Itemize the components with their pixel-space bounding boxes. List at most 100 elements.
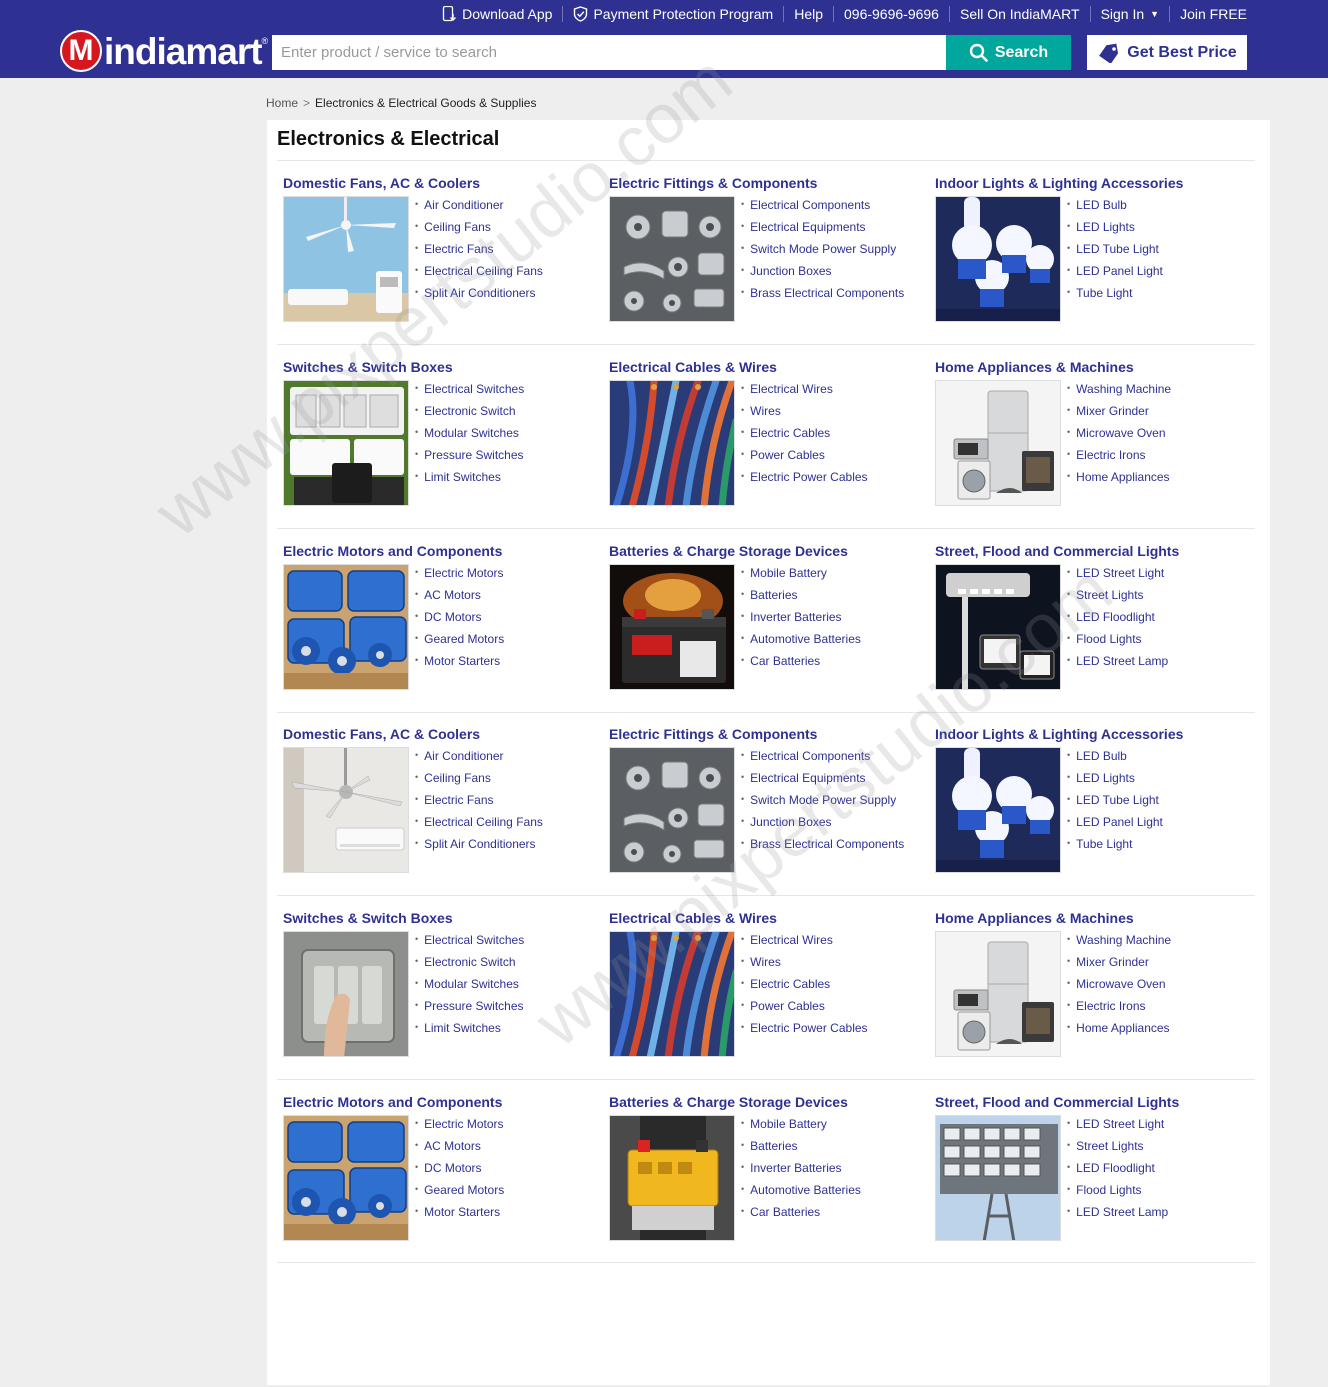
subcategory-link[interactable]: Electric Power Cables — [741, 469, 867, 491]
subcategory-link[interactable]: Switch Mode Power Supply — [741, 241, 904, 263]
category-image[interactable] — [609, 931, 735, 1057]
category-image[interactable] — [609, 747, 735, 873]
subcategory-link[interactable]: LED Street Lamp — [1067, 1204, 1168, 1226]
subcategory-link[interactable]: LED Tube Light — [1067, 792, 1163, 814]
category-image[interactable] — [283, 747, 409, 873]
get-best-price-button[interactable]: Get Best Price — [1087, 35, 1247, 70]
category-image[interactable] — [609, 1115, 735, 1241]
subcategory-link[interactable]: Automotive Batteries — [741, 1182, 861, 1204]
download-app-link[interactable]: Download App — [432, 6, 562, 22]
subcategory-link[interactable]: Microwave Oven — [1067, 976, 1171, 998]
subcategory-link[interactable]: LED Bulb — [1067, 197, 1163, 219]
subcategory-link[interactable]: LED Floodlight — [1067, 1160, 1168, 1182]
subcategory-link[interactable]: Car Batteries — [741, 1204, 861, 1226]
subcategory-link[interactable]: Flood Lights — [1067, 1182, 1168, 1204]
subcategory-link[interactable]: Automotive Batteries — [741, 631, 861, 653]
subcategory-link[interactable]: Microwave Oven — [1067, 425, 1171, 447]
subcategory-link[interactable]: DC Motors — [415, 609, 504, 631]
subcategory-link[interactable]: Geared Motors — [415, 1182, 504, 1204]
category-image[interactable] — [935, 564, 1061, 690]
subcategory-link[interactable]: Electric Irons — [1067, 447, 1171, 469]
category-title-link[interactable]: Batteries & Charge Storage Devices — [609, 543, 925, 560]
subcategory-link[interactable]: Pressure Switches — [415, 998, 524, 1020]
category-title-link[interactable]: Electrical Cables & Wires — [609, 910, 925, 927]
category-image[interactable] — [935, 196, 1061, 322]
category-image[interactable] — [283, 931, 409, 1057]
search-button[interactable]: Search — [946, 35, 1071, 70]
category-image[interactable] — [283, 380, 409, 506]
category-image[interactable] — [609, 380, 735, 506]
category-title-link[interactable]: Batteries & Charge Storage Devices — [609, 1094, 925, 1111]
subcategory-link[interactable]: Pressure Switches — [415, 447, 524, 469]
subcategory-link[interactable]: LED Tube Light — [1067, 241, 1163, 263]
subcategory-link[interactable]: Split Air Conditioners — [415, 285, 543, 307]
sell-link[interactable]: Sell On IndiaMART — [948, 6, 1090, 22]
subcategory-link[interactable]: Electric Power Cables — [741, 1020, 867, 1042]
category-image[interactable] — [935, 380, 1061, 506]
subcategory-link[interactable]: Batteries — [741, 1138, 861, 1160]
subcategory-link[interactable]: LED Panel Light — [1067, 814, 1163, 836]
breadcrumb-home[interactable]: Home — [266, 96, 298, 110]
subcategory-link[interactable]: Electric Cables — [741, 425, 868, 447]
category-title-link[interactable]: Indoor Lights & Lighting Accessories — [935, 175, 1251, 192]
help-link[interactable]: Help — [783, 6, 833, 22]
subcategory-link[interactable]: Street Lights — [1067, 587, 1168, 609]
subcategory-link[interactable]: Home Appliances — [1067, 1020, 1171, 1042]
subcategory-link[interactable]: Air Conditioner — [415, 748, 543, 770]
subcategory-link[interactable]: Brass Electrical Components — [741, 836, 904, 858]
subcategory-link[interactable]: Tube Light — [1067, 285, 1163, 307]
subcategory-link[interactable]: Electrical Equipments — [741, 219, 904, 241]
subcategory-link[interactable]: Brass Electrical Components — [741, 285, 904, 307]
category-image[interactable] — [609, 196, 735, 322]
category-image[interactable] — [935, 1115, 1061, 1241]
category-image[interactable] — [283, 564, 409, 690]
subcategory-link[interactable]: Tube Light — [1067, 836, 1163, 858]
subcategory-link[interactable]: Electric Fans — [415, 241, 543, 263]
subcategory-link[interactable]: Electronic Switch — [415, 403, 524, 425]
subcategory-link[interactable]: Home Appliances — [1067, 469, 1171, 491]
subcategory-link[interactable]: Wires — [741, 403, 868, 425]
category-title-link[interactable]: Street, Flood and Commercial Lights — [935, 543, 1251, 560]
payment-protection-link[interactable]: Payment Protection Program — [562, 6, 783, 22]
subcategory-link[interactable]: LED Panel Light — [1067, 263, 1163, 285]
subcategory-link[interactable]: Electrical Wires — [741, 932, 868, 954]
subcategory-link[interactable]: Inverter Batteries — [741, 1160, 861, 1182]
category-title-link[interactable]: Switches & Switch Boxes — [283, 910, 599, 927]
subcategory-link[interactable]: Junction Boxes — [741, 263, 904, 285]
subcategory-link[interactable]: Wires — [741, 954, 868, 976]
subcategory-link[interactable]: Power Cables — [741, 998, 868, 1020]
sign-in-dropdown[interactable]: Sign In ▼ — [1089, 6, 1170, 22]
subcategory-link[interactable]: Modular Switches — [415, 425, 524, 447]
subcategory-link[interactable]: Ceiling Fans — [415, 770, 543, 792]
subcategory-link[interactable]: Ceiling Fans — [415, 219, 543, 241]
subcategory-link[interactable]: Switch Mode Power Supply — [741, 792, 904, 814]
category-title-link[interactable]: Home Appliances & Machines — [935, 910, 1251, 927]
category-image[interactable] — [283, 1115, 409, 1241]
subcategory-link[interactable]: Electrical Switches — [415, 381, 524, 403]
search-input[interactable] — [272, 35, 946, 70]
subcategory-link[interactable]: Mobile Battery — [741, 1116, 861, 1138]
category-image[interactable] — [609, 564, 735, 690]
subcategory-link[interactable]: Motor Starters — [415, 653, 504, 675]
category-title-link[interactable]: Domestic Fans, AC & Coolers — [283, 726, 599, 743]
category-title-link[interactable]: Electric Motors and Components — [283, 1094, 599, 1111]
subcategory-link[interactable]: Electrical Equipments — [741, 770, 904, 792]
subcategory-link[interactable]: LED Street Light — [1067, 1116, 1168, 1138]
category-title-link[interactable]: Electrical Cables & Wires — [609, 359, 925, 376]
subcategory-link[interactable]: Electrical Ceiling Fans — [415, 263, 543, 285]
subcategory-link[interactable]: Electrical Wires — [741, 381, 868, 403]
subcategory-link[interactable]: DC Motors — [415, 1160, 504, 1182]
subcategory-link[interactable]: Limit Switches — [415, 469, 524, 491]
subcategory-link[interactable]: Electric Cables — [741, 976, 868, 998]
category-title-link[interactable]: Domestic Fans, AC & Coolers — [283, 175, 599, 192]
subcategory-link[interactable]: Mixer Grinder — [1067, 954, 1171, 976]
subcategory-link[interactable]: LED Street Light — [1067, 565, 1168, 587]
subcategory-link[interactable]: Power Cables — [741, 447, 868, 469]
subcategory-link[interactable]: Electrical Components — [741, 748, 904, 770]
subcategory-link[interactable]: LED Lights — [1067, 219, 1163, 241]
subcategory-link[interactable]: Motor Starters — [415, 1204, 504, 1226]
join-free-link[interactable]: Join FREE — [1169, 6, 1247, 22]
subcategory-link[interactable]: Split Air Conditioners — [415, 836, 543, 858]
category-title-link[interactable]: Electric Fittings & Components — [609, 726, 925, 743]
subcategory-link[interactable]: Electric Fans — [415, 792, 543, 814]
